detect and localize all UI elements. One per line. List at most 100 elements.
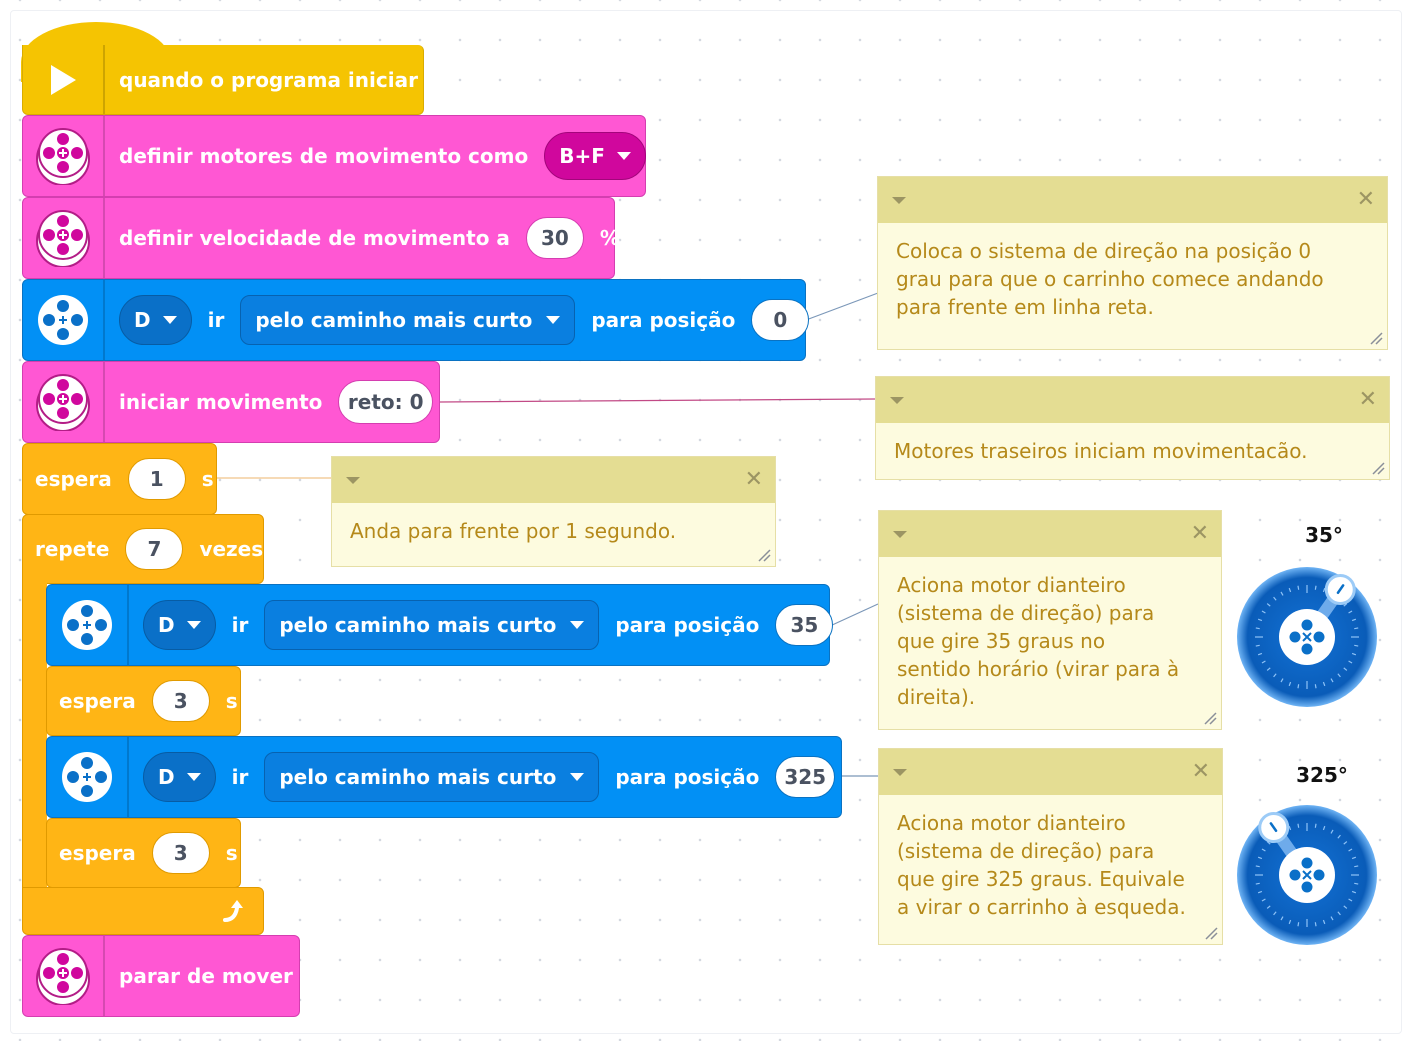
direction-mode-dropdown[interactable]: pelo caminho mais curto [264, 752, 600, 802]
when-program-starts-block[interactable]: quando o programa iniciar [22, 45, 424, 115]
comment-resize-icon[interactable] [1371, 461, 1385, 475]
loop-arrow-icon [223, 900, 243, 922]
repeat-loop-footer [22, 887, 264, 935]
play-triangle-icon [51, 64, 76, 95]
chevron-down-icon [546, 316, 561, 324]
direction-mode-dropdown[interactable]: pelo caminho mais curto [264, 600, 600, 650]
comment-note[interactable]: ✕ Coloca o sistema de direção na posição… [877, 176, 1388, 350]
stop-moving-block[interactable]: parar de mover [22, 935, 300, 1017]
chevron-down-icon [186, 621, 201, 629]
comment-resize-icon[interactable] [1203, 711, 1217, 725]
comment-note[interactable]: ✕ Aciona motor dianteiro (sistema de dir… [878, 748, 1223, 945]
dial-tick [1314, 922, 1317, 927]
dial-tick [1255, 627, 1260, 630]
motor-port-value: D [134, 308, 151, 332]
comment-close-icon[interactable]: ✕ [1192, 761, 1210, 783]
position-input[interactable]: 35 [775, 604, 834, 646]
comment-close-icon[interactable]: ✕ [745, 469, 763, 491]
dial-hub-hole [1301, 881, 1313, 893]
dial-tick [1354, 882, 1359, 885]
motor-pair-dropdown[interactable]: B+F [544, 132, 646, 180]
motor-icon-area [47, 737, 129, 817]
to-position-label: para posição [591, 308, 736, 332]
position-input[interactable]: 325 [775, 756, 835, 798]
motor-go-to-position-block[interactable]: D ir pelo caminho mais curto para posiçã… [22, 279, 810, 361]
dial-tick [1297, 823, 1300, 828]
comment-resize-icon[interactable] [1369, 331, 1383, 345]
repeat-count-input[interactable]: 7 [125, 528, 184, 570]
position-input[interactable]: 0 [751, 299, 810, 341]
motor-go-to-position-block[interactable]: D ir pelo caminho mais curto para posiçã… [46, 584, 834, 666]
comment-close-icon[interactable]: ✕ [1191, 523, 1209, 545]
set-movement-motors-block[interactable]: definir motores de movimento como B+F [22, 115, 646, 197]
comment-text[interactable]: Anda para frente por 1 segundo. [332, 503, 775, 559]
motor-port-dropdown[interactable]: D [119, 295, 192, 345]
start-movement-label: iniciar movimento [119, 390, 323, 414]
wait-label: espera [59, 841, 136, 865]
dial-tick [1354, 865, 1359, 868]
comment-collapse-caret-icon[interactable] [890, 396, 904, 404]
movement-icon-area [23, 936, 105, 1016]
dial-tick [1255, 644, 1260, 647]
comment-collapse-caret-icon[interactable] [892, 196, 906, 204]
comment-resize-icon[interactable] [757, 548, 771, 562]
comment-close-icon[interactable]: ✕ [1357, 189, 1375, 211]
comment-note[interactable]: ✕ Motores traseiros iniciam movimentacão… [875, 376, 1390, 480]
comment-text[interactable]: Coloca o sistema de direção na posição 0… [878, 223, 1387, 335]
wait-block[interactable]: espera 1 s [22, 443, 217, 515]
start-icon-area [23, 45, 105, 114]
chevron-down-icon [162, 316, 177, 324]
motor-icon [38, 295, 88, 345]
go-label: ir [231, 765, 249, 789]
dial-hub-hole [1301, 619, 1313, 631]
set-movement-speed-block[interactable]: definir velocidade de movimento a 30 % [22, 197, 620, 279]
comment-text[interactable]: Aciona motor dianteiro (sistema de direç… [879, 795, 1222, 935]
motor-port-dropdown[interactable]: D [143, 752, 216, 802]
to-position-label: para posição [615, 613, 760, 637]
motor-go-to-position-block[interactable]: D ir pelo caminho mais curto para posiçã… [46, 736, 842, 818]
comment-collapse-caret-icon[interactable] [893, 530, 907, 538]
wait-unit: s [225, 841, 238, 865]
repeat-block[interactable]: repete 7 vezes [22, 514, 264, 584]
wait-seconds-input[interactable]: 1 [127, 458, 186, 500]
wait-seconds-input[interactable]: 3 [151, 832, 210, 874]
speed-input[interactable]: 30 [525, 217, 584, 259]
comment-close-icon[interactable]: ✕ [1359, 389, 1377, 411]
wait-block[interactable]: espera 3 s [46, 818, 241, 888]
motor-port-dropdown[interactable]: D [143, 600, 216, 650]
direction-mode-value: pelo caminho mais curto [279, 613, 557, 637]
wait-seconds-input[interactable]: 3 [151, 680, 210, 722]
motor-position-dial [1237, 805, 1377, 945]
set-speed-label: definir velocidade de movimento a [119, 226, 510, 250]
repeat-loop-side [22, 580, 47, 892]
dial-tick [1354, 627, 1359, 630]
comment-note[interactable]: ✕ Anda para frente por 1 segundo. [331, 456, 776, 567]
comment-text[interactable]: Motores traseiros iniciam movimentacão. [876, 423, 1389, 479]
wait-label: espera [59, 689, 136, 713]
direction-mode-dropdown[interactable]: pelo caminho mais curto [240, 295, 576, 345]
start-movement-block[interactable]: iniciar movimento reto: 0 [22, 361, 440, 443]
wait-label: espera [35, 467, 112, 491]
movement-wheel-icon [36, 374, 90, 431]
steering-input[interactable]: reto: 0 [338, 380, 433, 424]
movement-wheel-icon [36, 210, 90, 267]
direction-mode-value: pelo caminho mais curto [255, 308, 533, 332]
comment-note[interactable]: ✕ Aciona motor dianteiro (sistema de dir… [878, 510, 1222, 730]
dial-hub-hole [1301, 643, 1313, 655]
repeat-unit: vezes [199, 537, 264, 561]
comment-text[interactable]: Aciona motor dianteiro (sistema de direç… [879, 557, 1221, 725]
chevron-down-icon [570, 621, 585, 629]
motor-icon [62, 600, 112, 650]
comment-collapse-caret-icon[interactable] [346, 476, 360, 484]
dial-hub-hole [1289, 869, 1301, 881]
motor-icon-area [47, 585, 129, 665]
dial-tick [1255, 865, 1260, 868]
dial-tick [1297, 922, 1300, 927]
comment-resize-icon[interactable] [1204, 926, 1218, 940]
wait-block[interactable]: espera 3 s [46, 666, 241, 736]
comment-header: ✕ [332, 457, 775, 503]
dial-tick [1314, 684, 1317, 689]
comment-collapse-caret-icon[interactable] [893, 768, 907, 776]
dial-hub-hole [1313, 631, 1325, 643]
dial-tick [1255, 882, 1260, 885]
